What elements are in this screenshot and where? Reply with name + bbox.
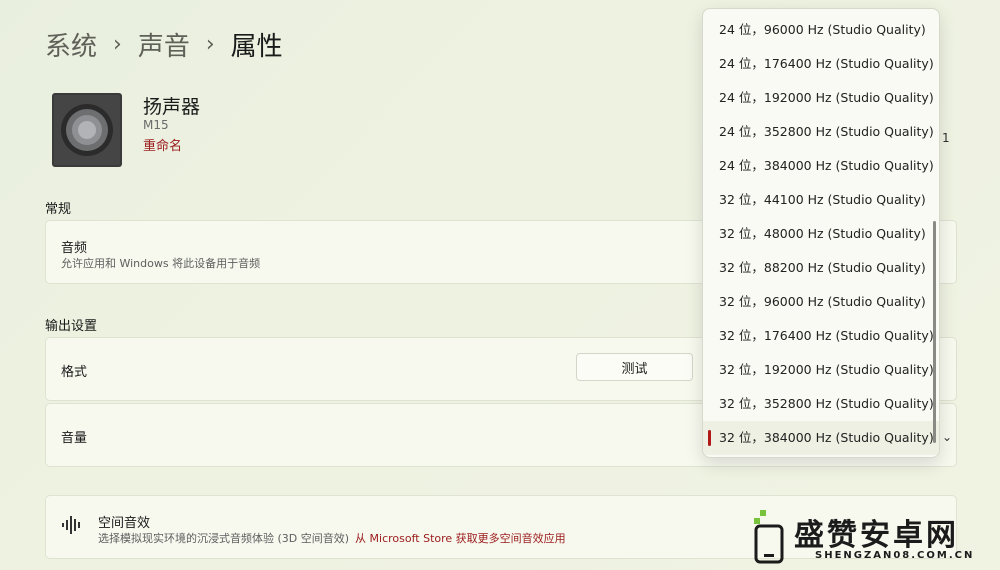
- format-option-label: 24 位，192000 Hz (Studio Quality): [719, 90, 934, 105]
- format-option[interactable]: 24 位，352800 Hz (Studio Quality): [703, 115, 939, 149]
- breadcrumb-system[interactable]: 系统: [45, 26, 97, 63]
- format-option[interactable]: 32 位，352800 Hz (Studio Quality): [703, 387, 939, 421]
- spatial-subtitle-row: 选择模拟现实环境的沉浸式音频体验 (3D 空间音效) 从 Microsoft St…: [98, 530, 566, 546]
- dropdown-scrollbar[interactable]: [933, 221, 936, 443]
- format-option[interactable]: 32 位，44100 Hz (Studio Quality): [703, 183, 939, 217]
- format-option[interactable]: 32 位，96000 Hz (Studio Quality): [703, 285, 939, 319]
- format-option[interactable]: 24 位，176400 Hz (Studio Quality): [703, 47, 939, 81]
- audio-subtitle: 允许应用和 Windows 将此设备用于音频: [61, 257, 261, 270]
- format-option-list: 24 位，96000 Hz (Studio Quality) 24 位，17640…: [703, 13, 939, 455]
- chevron-down-icon[interactable]: ⌄: [942, 430, 952, 444]
- format-dropdown[interactable]: 24 位，96000 Hz (Studio Quality) 24 位，17640…: [702, 8, 940, 458]
- chevron-right-icon: ›: [205, 32, 215, 57]
- format-option-label: 32 位，96000 Hz (Studio Quality): [719, 294, 926, 309]
- breadcrumb: 系统 › 声音 › 属性: [45, 26, 283, 63]
- format-option[interactable]: 24 位，96000 Hz (Studio Quality): [703, 13, 939, 47]
- selected-indicator: [708, 430, 711, 446]
- format-option[interactable]: 32 位，48000 Hz (Studio Quality): [703, 217, 939, 251]
- format-option-label: 32 位，48000 Hz (Studio Quality): [719, 226, 926, 241]
- device-model: M15: [143, 118, 169, 132]
- format-option-label: 24 位，384000 Hz (Studio Quality): [719, 158, 934, 173]
- breadcrumb-properties: 属性: [230, 32, 283, 62]
- format-option-label: 32 位，352800 Hz (Studio Quality): [719, 396, 934, 411]
- format-option-label: 32 位，44100 Hz (Studio Quality): [719, 192, 926, 207]
- format-option[interactable]: 24 位，384000 Hz (Studio Quality): [703, 149, 939, 183]
- spatial-title: 空间音效: [98, 516, 151, 531]
- speaker-icon: [52, 93, 122, 167]
- sound-wave-icon: [62, 516, 80, 534]
- device-name: 扬声器: [143, 96, 201, 118]
- format-option-label: 32 位，192000 Hz (Studio Quality): [719, 362, 934, 377]
- format-option[interactable]: 32 位，192000 Hz (Studio Quality): [703, 353, 939, 387]
- section-general: 常规: [45, 202, 72, 217]
- watermark-text: 盛赞安卓网: [794, 518, 959, 553]
- volume-title: 音量: [61, 431, 88, 446]
- format-option[interactable]: 32 位，176400 Hz (Studio Quality): [703, 319, 939, 353]
- breadcrumb-sound[interactable]: 声音: [138, 26, 190, 63]
- format-option-label: 32 位，88200 Hz (Studio Quality): [719, 260, 926, 275]
- watermark-domain: SHENGZAN08.COM.CN: [815, 550, 975, 561]
- format-option[interactable]: 24 位，192000 Hz (Studio Quality): [703, 81, 939, 115]
- chevron-right-icon: ›: [113, 32, 122, 57]
- audio-title: 音频: [61, 241, 88, 256]
- watermark: 盛赞安卓网 SHENGZAN08.COM.CN: [752, 508, 992, 566]
- phone-logo-icon: [754, 510, 784, 564]
- chevron-right-icon: 1: [942, 131, 950, 145]
- store-link[interactable]: 从 Microsoft Store 获取更多空间音效应用: [355, 532, 566, 545]
- spatial-subtitle: 选择模拟现实环境的沉浸式音频体验 (3D 空间音效): [98, 532, 350, 545]
- rename-link[interactable]: 重命名: [143, 135, 182, 154]
- format-option[interactable]: 32 位，384000 Hz (Studio Quality): [703, 421, 939, 455]
- format-option-label: 32 位，384000 Hz (Studio Quality): [719, 430, 934, 445]
- format-option-label: 24 位，96000 Hz (Studio Quality): [719, 22, 926, 37]
- format-title: 格式: [61, 365, 88, 380]
- format-option-label: 32 位，176400 Hz (Studio Quality): [719, 328, 934, 343]
- format-option-label: 24 位，176400 Hz (Studio Quality): [719, 56, 934, 71]
- section-output: 输出设置: [45, 319, 98, 334]
- format-option[interactable]: 32 位，88200 Hz (Studio Quality): [703, 251, 939, 285]
- test-button[interactable]: 测试: [576, 353, 693, 381]
- format-option-label: 24 位，352800 Hz (Studio Quality): [719, 124, 934, 139]
